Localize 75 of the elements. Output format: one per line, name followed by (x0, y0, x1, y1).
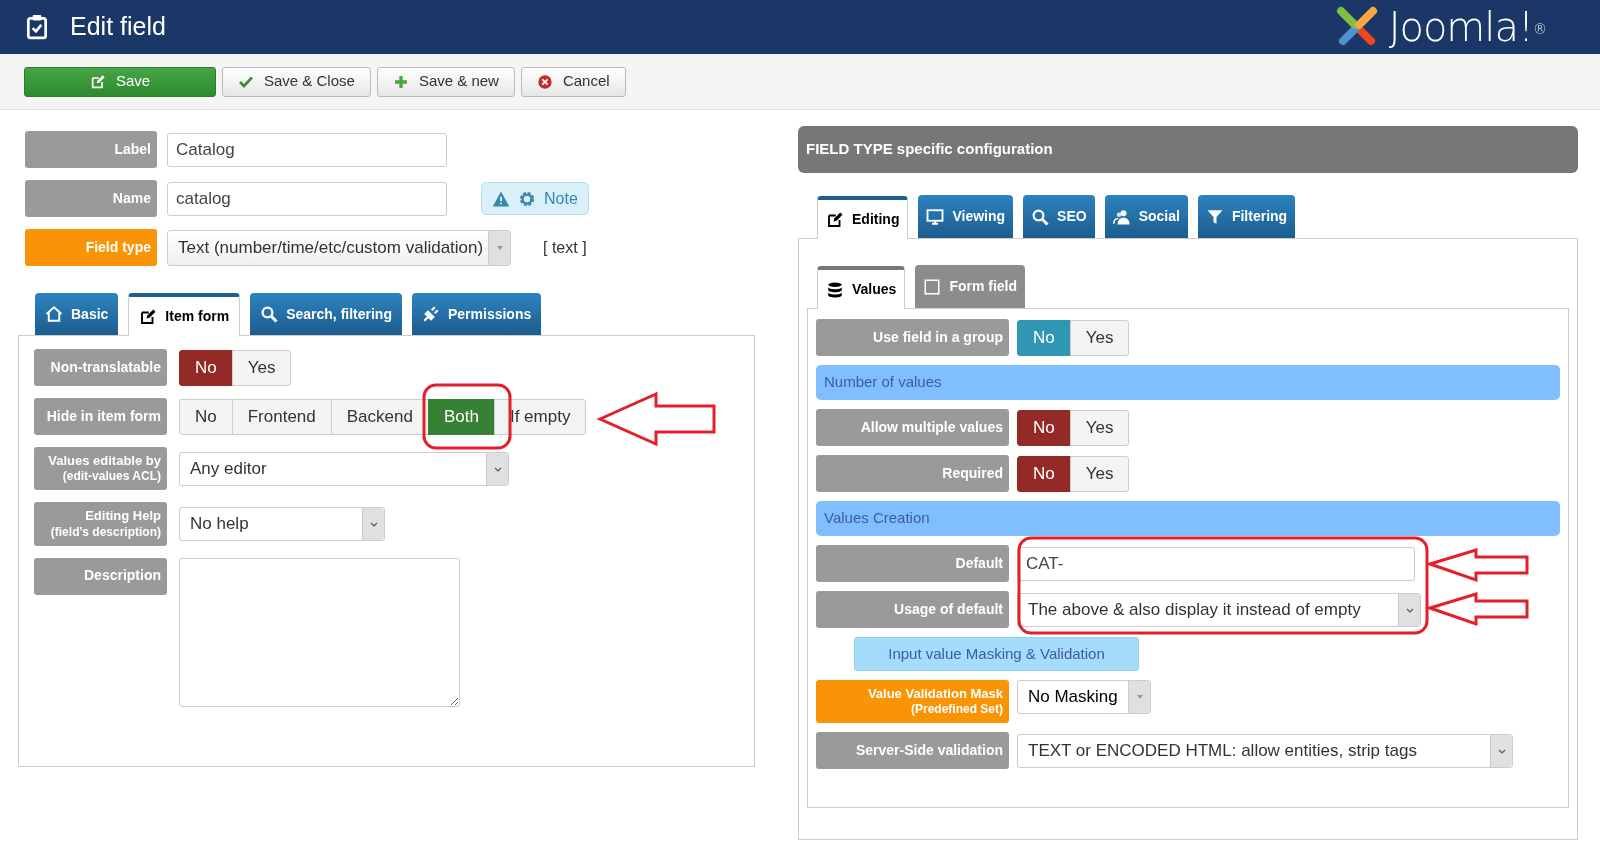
toggle-option[interactable]: No (1017, 455, 1071, 492)
warning-icon (492, 189, 510, 208)
toolbar-button[interactable]: Cancel (520, 66, 626, 97)
panel-header: FIELD TYPE specific configuration (798, 126, 1578, 173)
users-icon (1112, 207, 1131, 226)
database-icon (826, 280, 844, 299)
toggle-option[interactable]: Yes (1069, 455, 1130, 492)
field-label: Allow multiple values (816, 409, 1009, 446)
tab[interactable]: Search, filtering (250, 293, 402, 335)
toggle-option[interactable]: Yes (231, 349, 292, 386)
logo-text: Joomla!$^{®}$ (1388, 7, 1546, 47)
funnel-icon (1205, 207, 1224, 226)
page-title: Edit field (70, 11, 166, 43)
close-icon (536, 73, 553, 90)
select-field[interactable]: No Masking (1017, 680, 1151, 714)
tab[interactable]: Viewing (918, 195, 1014, 238)
textarea-field[interactable] (179, 557, 460, 707)
toggle-option[interactable]: No (1017, 409, 1071, 446)
toggle-option[interactable]: If empty (493, 398, 587, 435)
toggle-option[interactable]: Backend (330, 398, 429, 435)
monitor-icon (926, 207, 945, 226)
field-label: Values editable by (edit-values ACL) (34, 447, 167, 491)
field-label: Default (816, 545, 1009, 582)
home-icon (45, 305, 63, 323)
text-field[interactable]: CAT- (1017, 546, 1415, 581)
select-field[interactable]: TEXT or ENCODED HTML: allow entities, strip tags (1017, 733, 1513, 768)
field-label: Label (25, 131, 157, 168)
toggle-option[interactable]: Both (427, 398, 495, 435)
toggle-option[interactable]: No (179, 398, 233, 435)
plug-icon (421, 305, 440, 323)
text-field[interactable]: catalog (167, 181, 447, 216)
field-label: Use field in a group (816, 319, 1009, 356)
tab[interactable]: Values (817, 266, 906, 309)
field-label: Hide in item form (34, 398, 167, 435)
tab[interactable]: Permissions (411, 293, 542, 335)
text-field[interactable]: Catalog (167, 132, 447, 167)
search-icon (1031, 207, 1050, 226)
field-label: Server-Side validation (816, 732, 1009, 770)
search-icon (260, 305, 279, 323)
tab[interactable]: SEO (1023, 195, 1095, 238)
select-field[interactable]: Any editor (179, 451, 509, 486)
tab[interactable]: Item form (128, 293, 241, 336)
field-label: Field type (25, 229, 157, 266)
toggle-option[interactable]: Yes (1069, 409, 1130, 446)
tab[interactable]: Filtering (1197, 195, 1296, 238)
field-label: Non-translatable (34, 349, 167, 386)
plus-icon (392, 73, 409, 90)
tab[interactable]: Social (1104, 195, 1188, 238)
edit-icon (139, 307, 158, 326)
section-header: Number of values (816, 365, 1560, 400)
toggle-option[interactable]: Frontend (231, 398, 332, 435)
clipboard-check-icon (24, 14, 50, 40)
field-label: Description (34, 557, 167, 595)
toolbar-button[interactable]: Save & Close (222, 66, 371, 97)
toggle-option[interactable]: No (179, 349, 233, 386)
square-icon (923, 277, 942, 296)
edit-icon (89, 73, 106, 90)
field-label: Required (816, 455, 1009, 492)
toolbar-button[interactable]: Save (24, 66, 216, 97)
toolbar-button[interactable]: Save & new (376, 66, 515, 97)
select-field[interactable]: No help (179, 506, 385, 541)
select-field[interactable]: Text (number/time/etc/custom validation) (167, 229, 511, 266)
section-header: Input value Masking & Validation (854, 637, 1139, 671)
field-label: Value Validation Mask (Predefined Set) (816, 680, 1009, 724)
tab[interactable]: Editing (817, 196, 909, 239)
field-label: Editing Help (field's description) (34, 502, 167, 546)
field-label: Name (25, 180, 157, 217)
tab[interactable]: Basic (35, 293, 119, 335)
field-type-code: [ text ] (543, 237, 587, 258)
toggle-option[interactable]: Yes (1069, 319, 1130, 356)
section-header: Values Creation (816, 501, 1560, 536)
edit-icon (826, 210, 844, 229)
field-label: Usage of default (816, 591, 1009, 628)
select-field[interactable]: The above & also display it instead of empty (1017, 592, 1421, 627)
settings-icon (518, 189, 536, 208)
